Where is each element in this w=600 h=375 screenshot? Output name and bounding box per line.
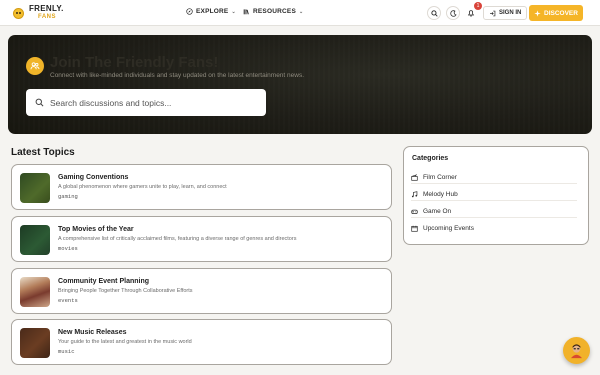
topic-thumbnail xyxy=(20,173,50,203)
discover-label: DISCOVER xyxy=(544,9,578,17)
nav-explore-label: EXPLORE xyxy=(196,8,229,15)
sign-in-icon xyxy=(490,10,496,16)
hero-title: Join The Friendly Fans! xyxy=(50,54,219,71)
search-icon xyxy=(35,98,44,107)
search-input[interactable] xyxy=(50,97,250,108)
topic-description: A global phenomenon where gamers unite t… xyxy=(58,184,227,190)
avatar-icon xyxy=(570,344,583,359)
sign-in-button[interactable]: SIGN IN xyxy=(483,6,528,20)
compass-icon xyxy=(186,8,193,15)
topic-card-music[interactable]: New Music Releases Your guide to the lat… xyxy=(11,319,392,365)
topic-title: New Music Releases xyxy=(58,329,127,336)
topic-tag: movies xyxy=(58,245,78,252)
top-nav: FRENLY. FANS EXPLORE ⌄ RESOURCES ⌄ 1 SIG… xyxy=(0,0,600,26)
topic-description: Your guide to the latest and greatest in… xyxy=(58,339,192,345)
category-melody-hub[interactable]: Melody Hub xyxy=(411,188,577,201)
topic-card-movies[interactable]: Top Movies of the Year A comprehensive l… xyxy=(11,216,392,262)
topic-tag: events xyxy=(58,297,78,304)
smiley-icon xyxy=(13,7,24,19)
discover-button[interactable]: DISCOVER xyxy=(529,5,583,21)
topic-description: A comprehensive list of critically accla… xyxy=(58,236,297,242)
gamepad-icon xyxy=(411,209,418,214)
nav-resources-label: RESOURCES xyxy=(253,8,296,15)
topic-card-events[interactable]: Community Event Planning Bringing People… xyxy=(11,268,392,314)
sparkle-icon xyxy=(534,9,541,17)
category-label: Game On xyxy=(423,207,452,215)
brand-logo[interactable]: FRENLY. FANS xyxy=(13,5,64,21)
brand-name: FRENLY. xyxy=(29,4,64,13)
category-label: Film Corner xyxy=(423,173,457,181)
search-icon xyxy=(430,9,438,17)
topic-title: Gaming Conventions xyxy=(58,174,129,181)
sign-in-label: SIGN IN xyxy=(499,10,522,16)
film-icon xyxy=(411,173,418,181)
topic-card-gaming[interactable]: Gaming Conventions A global phenomenon w… xyxy=(11,164,392,210)
hero-subtitle: Connect with like-minded individuals and… xyxy=(50,72,305,79)
search-button[interactable] xyxy=(427,6,441,20)
category-game-on[interactable]: Game On xyxy=(411,205,577,218)
notification-badge: 1 xyxy=(474,2,482,10)
category-upcoming-events[interactable]: Upcoming Events xyxy=(411,222,577,235)
bell-icon xyxy=(467,10,475,17)
chevron-down-icon: ⌄ xyxy=(298,8,304,15)
calendar-icon xyxy=(411,225,418,232)
topic-thumbnail xyxy=(20,225,50,255)
nav-resources[interactable]: RESOURCES ⌄ xyxy=(243,8,303,15)
users-icon xyxy=(26,57,44,75)
music-icon xyxy=(411,190,418,197)
chevron-down-icon: ⌄ xyxy=(231,8,236,15)
moon-icon xyxy=(449,9,457,17)
topic-description: Bringing People Together Through Collabo… xyxy=(58,288,193,294)
categories-heading: Categories xyxy=(412,155,449,162)
category-label: Melody Hub xyxy=(423,190,458,198)
library-icon xyxy=(243,9,249,15)
notifications-button[interactable]: 1 xyxy=(464,2,482,20)
topic-title: Top Movies of the Year xyxy=(58,226,134,233)
theme-toggle-button[interactable] xyxy=(446,6,460,20)
category-film-corner[interactable]: Film Corner xyxy=(411,171,577,184)
topic-thumbnail xyxy=(20,328,50,358)
topic-thumbnail xyxy=(20,277,50,307)
brand-sub: FANS xyxy=(38,14,57,20)
topic-tag: gaming xyxy=(58,193,78,200)
topic-title: Community Event Planning xyxy=(58,278,150,285)
categories-panel: Categories Film Corner Melody Hub Game O… xyxy=(403,146,589,245)
topic-tag: music xyxy=(58,348,75,355)
hero-banner: Join The Friendly Fans! Connect with lik… xyxy=(8,35,592,134)
latest-topics-heading: Latest Topics xyxy=(11,147,75,158)
search-bar[interactable] xyxy=(26,89,266,116)
assistant-avatar-button[interactable] xyxy=(563,337,590,364)
nav-explore[interactable]: EXPLORE ⌄ xyxy=(186,8,236,15)
category-label: Upcoming Events xyxy=(423,225,474,232)
